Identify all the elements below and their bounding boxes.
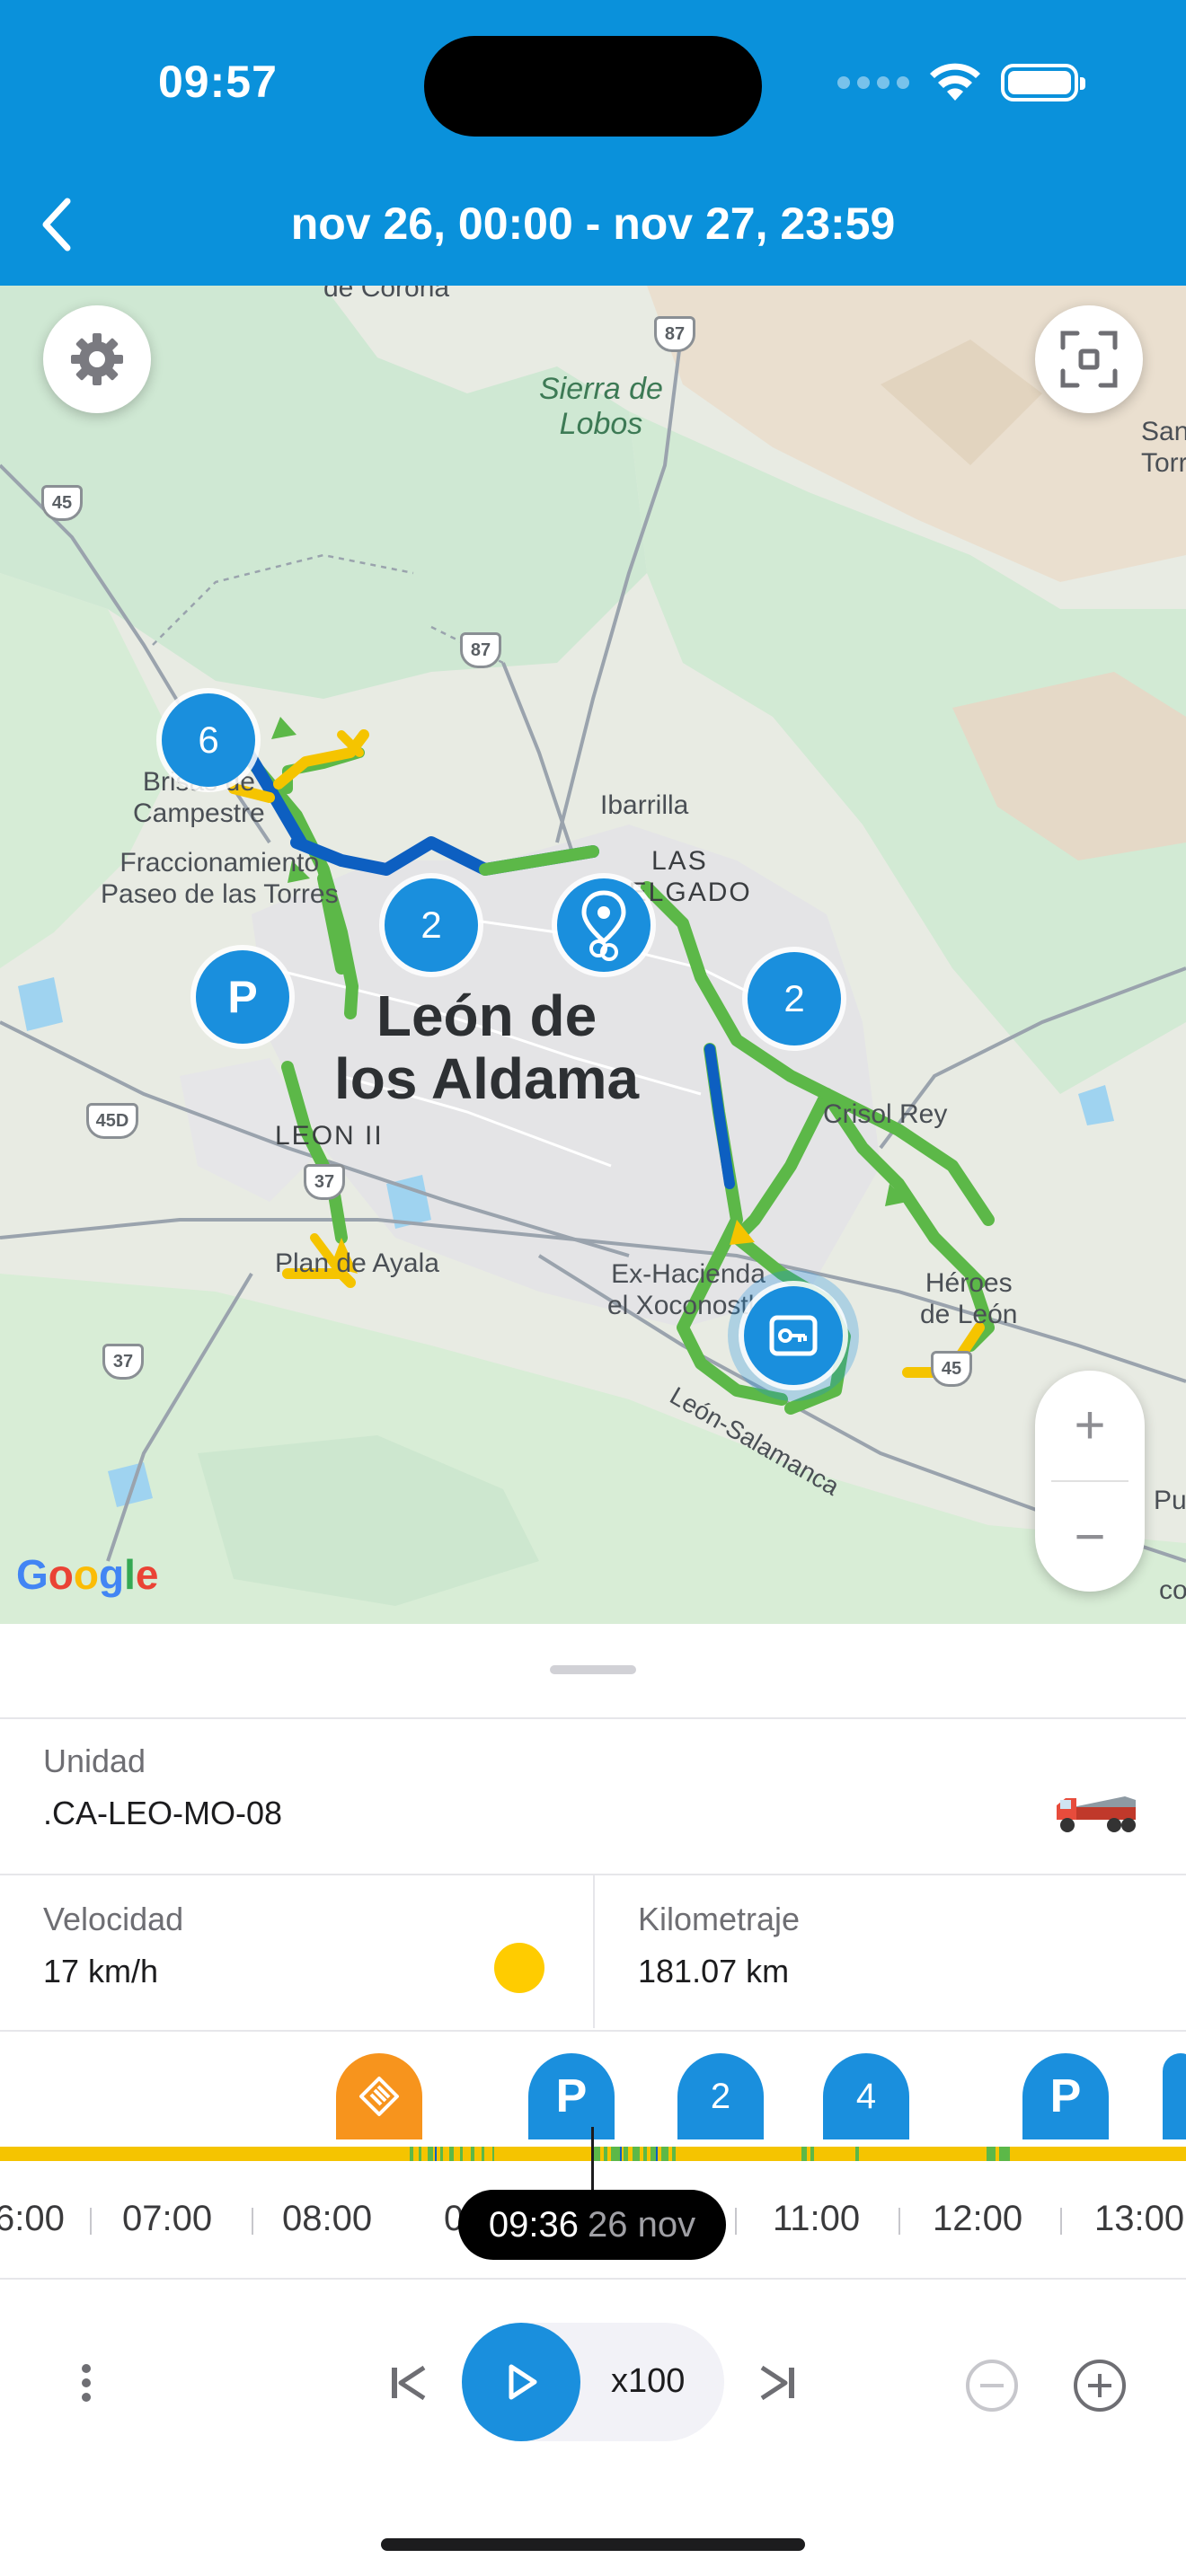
speed-label: Velocidad <box>43 1901 184 1937</box>
unit-label: Unidad <box>43 1742 146 1779</box>
map-label-crisol-rey: Crisol Rey <box>823 1099 948 1129</box>
timeline-parking-marker[interactable]: P <box>1022 2053 1109 2139</box>
divider <box>0 2278 1186 2280</box>
plus-circle-icon <box>1074 2360 1126 2412</box>
highway-shield: 87 <box>654 316 695 352</box>
map-cluster-marker[interactable]: 6 <box>162 693 255 787</box>
tick-separator <box>252 2208 253 2235</box>
playback-speed-button[interactable]: x100 <box>611 2362 685 2401</box>
map-label-fraccionamiento: Fraccionamiento Paseo de las Torres <box>101 848 339 909</box>
map-label-corona: de Corona <box>323 286 450 303</box>
divider <box>0 1717 1186 1719</box>
map-label-pu: Pu <box>1154 1486 1186 1515</box>
dynamic-island <box>424 36 762 137</box>
cellular-signal-icon <box>837 76 909 89</box>
map-label-sierra: Sierra de Lobos <box>539 372 663 442</box>
time-tick: 6:00 <box>0 2199 65 2238</box>
play-button[interactable] <box>462 2323 580 2441</box>
zoom-out-button[interactable]: − <box>1035 1482 1145 1590</box>
map-parking-marker[interactable]: P <box>196 950 289 1044</box>
highway-shield: 45D <box>86 1103 138 1139</box>
divider <box>593 1875 595 2028</box>
more-vertical-icon <box>82 2364 91 2402</box>
tow-truck-icon <box>1057 1796 1136 1832</box>
date-range-title[interactable]: nov 26, 00:00 - nov 27, 23:59 <box>0 198 1186 250</box>
tag-icon <box>359 2077 399 2116</box>
map-view[interactable]: de Corona Sierra de Lobos San Torre Bris… <box>0 286 1186 1624</box>
timeline-zoom-in-button[interactable] <box>1069 2355 1130 2416</box>
map-label-city: León de los Aldama <box>334 984 640 1112</box>
time-tick: 07:00 <box>122 2199 213 2238</box>
current-date: 26 nov <box>588 2204 696 2245</box>
app-header: 09:57 nov 26, 00:00 - nov 27, 23:59 <box>0 0 1186 286</box>
tick-separator <box>90 2208 92 2235</box>
map-label-san-torre: San Torre <box>1141 417 1186 478</box>
tick-separator <box>735 2208 737 2235</box>
current-time: 09:36 <box>488 2204 579 2245</box>
home-indicator <box>381 2538 805 2551</box>
timeline-parking-marker[interactable]: P <box>528 2053 615 2139</box>
map-label-ibarrilla: Ibarrilla <box>600 790 689 820</box>
highway-shield: 37 <box>304 1164 345 1200</box>
time-tick: 11:00 <box>773 2199 861 2238</box>
km-value: 181.07 km <box>638 1953 790 1989</box>
divider <box>0 2030 1186 2032</box>
map-location-marker[interactable] <box>557 878 651 972</box>
timeline-cluster-marker[interactable]: 2 <box>677 2053 764 2139</box>
minus-circle-icon <box>966 2360 1018 2412</box>
map-label-plan-ayala: Plan de Ayala <box>275 1248 439 1278</box>
current-time-pill: 09:36 26 nov <box>458 2190 726 2260</box>
skip-to-end-button[interactable] <box>746 2355 809 2411</box>
skip-to-start-button[interactable] <box>377 2355 440 2411</box>
highway-shield: 45 <box>41 485 83 521</box>
time-tick: 08:00 <box>282 2199 373 2238</box>
map-cluster-marker[interactable]: 2 <box>385 878 478 972</box>
highway-shield: 87 <box>460 632 501 668</box>
sheet-grabber[interactable] <box>550 1665 636 1674</box>
more-options-button[interactable] <box>65 2351 108 2414</box>
timeline-zoom-out-button[interactable] <box>961 2355 1022 2416</box>
map-cluster-marker[interactable]: 2 <box>748 952 841 1045</box>
settings-button[interactable] <box>43 305 151 413</box>
map-label-co: co <box>1159 1575 1186 1605</box>
unit-value: .CA-LEO-MO-08 <box>43 1795 283 1831</box>
play-icon <box>509 2364 537 2400</box>
status-time: 09:57 <box>158 57 278 107</box>
skip-back-icon <box>392 2365 426 2401</box>
wifi-icon <box>930 63 980 101</box>
zoom-control: + − <box>1035 1371 1145 1592</box>
zoom-in-button[interactable]: + <box>1035 1371 1145 1478</box>
current-position-marker[interactable] <box>744 1286 843 1385</box>
speed-status-dot <box>494 1943 544 1993</box>
timeline-event-marker[interactable] <box>336 2053 422 2139</box>
map-label-leon-ii: LEON II <box>275 1121 384 1151</box>
status-icons <box>837 63 1085 102</box>
time-tick: 13:00 <box>1094 2199 1185 2238</box>
battery-icon <box>1001 64 1085 101</box>
map-label-heroes: Héroes de León <box>920 1268 1018 1329</box>
key-icon <box>769 1315 818 1356</box>
time-tick: 12:00 <box>933 2199 1023 2238</box>
timeline-cluster-marker[interactable]: 4 <box>823 2053 909 2139</box>
details-sheet: Unidad .CA-LEO-MO-08 Velocidad 17 km/h K… <box>0 1624 1186 2576</box>
tick-separator <box>898 2208 900 2235</box>
tick-separator <box>1060 2208 1062 2235</box>
timeline-marker-partial[interactable] <box>1163 2053 1186 2139</box>
google-logo: Google <box>16 1551 159 1598</box>
highway-shield: 37 <box>102 1344 144 1380</box>
pin-icon <box>581 890 626 961</box>
speed-value: 17 km/h <box>43 1953 159 1989</box>
skip-forward-icon <box>760 2365 794 2401</box>
gear-icon <box>71 333 123 385</box>
fit-bounds-button[interactable] <box>1035 305 1143 413</box>
km-label: Kilometraje <box>638 1901 801 1937</box>
focus-frame-icon <box>1060 331 1118 388</box>
highway-shield: 45 <box>931 1351 972 1387</box>
